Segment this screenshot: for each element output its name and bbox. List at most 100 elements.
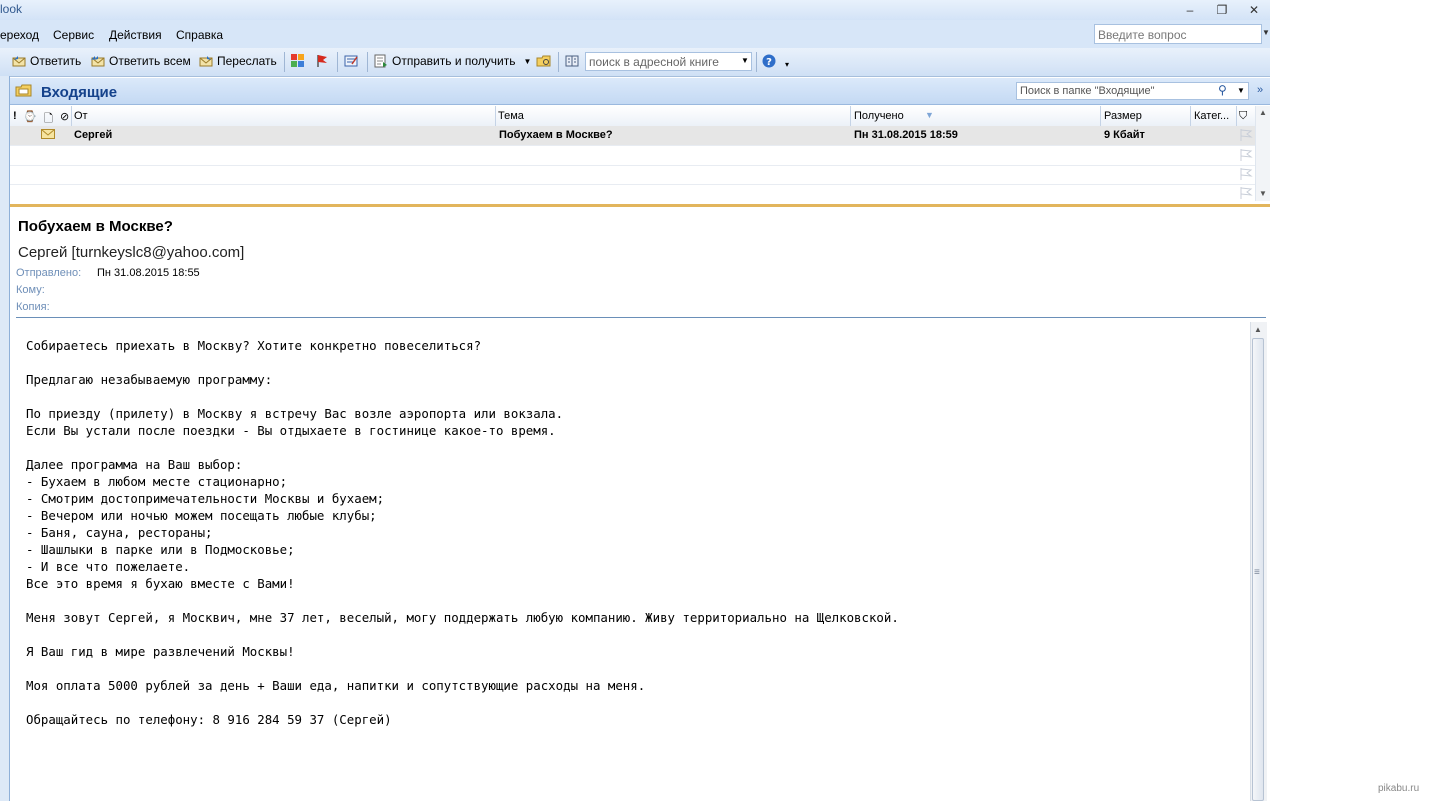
body-line: - Баня, сауна, рестораны; [26,525,213,540]
reading-pane-splitter[interactable] [10,204,1270,207]
toolbar-separator [367,52,368,72]
reply-all-icon [91,54,105,68]
body-blank-line [26,388,899,405]
expand-chevron-icon[interactable]: » [1257,84,1263,96]
menu-bar: ереход Сервис Действия Справка [0,20,1270,48]
sent-label: Отправлено: [16,267,82,279]
rules-icon [344,54,358,68]
window-title: look [0,2,23,16]
body-line: - И все что пожелаете. [26,559,191,574]
reply-button[interactable]: Ответить [12,54,81,68]
title-bar: look – ❐ ✕ [0,0,1270,20]
message-subject: Побухаем в Москве? [499,129,613,141]
address-book-search-input[interactable]: поиск в адресной книге [585,52,752,71]
flag-icon[interactable] [1239,148,1253,162]
watermark: pikabu.ru [1378,783,1420,794]
scroll-down-icon[interactable]: ▼ [1259,189,1267,198]
column-category[interactable]: Катег... [1194,110,1229,122]
follow-up-button[interactable] [315,54,333,68]
header-divider [16,317,1266,318]
address-search-dropdown-icon[interactable]: ▼ [741,56,749,65]
column-size[interactable]: Размер [1104,110,1142,122]
menu-go[interactable]: ереход [0,28,39,42]
body-line: Все это время я бухаю вместе с Вами! [26,576,295,591]
ask-question-input[interactable]: Введите вопрос [1094,24,1262,44]
body-line: - Смотрим достопримечательности Москвы и… [26,491,385,506]
body-line: - Бухаем в любом месте стационарно; [26,474,288,489]
body-line: Моя оплата 5000 рублей за день + Ваши ед… [26,678,646,693]
column-subject[interactable]: Тема [498,110,524,122]
help-icon: ? [762,54,776,68]
navigation-pane-strip[interactable] [0,76,10,801]
column-from[interactable]: От [74,110,88,122]
body-blank-line [26,694,899,711]
menu-tools[interactable]: Сервис [53,28,94,42]
body-line: Предлагаю незабываемую программу: [26,372,273,387]
flag-column-icon[interactable]: ⛉ [1239,110,1247,123]
message-row[interactable]: Сергей Побухаем в Москве? Пн 31.08.2015 … [10,126,1255,146]
message-size: 9 Кбайт [1104,129,1145,141]
body-line: Обращайтесь по телефону: 8 916 284 59 37… [26,712,392,727]
send-receive-icon [374,54,388,68]
folder-search-icon [536,54,551,68]
message-from: Сергей [74,129,113,141]
attachment-column-icon[interactable]: ⊘ [60,110,69,123]
send-receive-dropdown-icon[interactable]: ▼ [524,57,532,66]
help-button[interactable]: ? [762,54,780,68]
send-receive-button[interactable]: Отправить и получить ▼ [374,54,531,68]
address-book-icon [565,54,579,68]
body-blank-line [26,626,899,643]
body-blank-line [26,439,899,456]
body-line: Меня зовут Сергей, я Москвич, мне 37 лет… [26,610,899,625]
rules-button[interactable] [344,54,362,68]
body-blank-line [26,660,899,677]
reading-sender[interactable]: Сергей [turnkeyslc8@yahoo.com] [18,244,244,261]
folder-search-input[interactable]: Поиск в папке "Входящие" [1016,82,1249,100]
toolbar-separator [756,52,757,72]
reminder-column-icon[interactable]: ⌚ [23,110,37,123]
body-line: Далее программа на Ваш выбор: [26,457,243,472]
flag-icon[interactable] [1239,128,1253,142]
body-scrollbar-thumb[interactable]: ≡ [1252,338,1264,801]
close-icon[interactable]: ✕ [1244,2,1264,18]
search-options-dropdown-icon[interactable]: ▼ [1237,86,1245,95]
flag-icon[interactable] [1239,167,1253,181]
message-body: Собираетесь приехать в Москву? Хотите ко… [26,337,899,728]
categorize-button[interactable] [291,54,309,68]
inbox-folder-icon [15,82,33,101]
toolbar-options-icon[interactable]: ▾ [785,60,789,69]
menu-help[interactable]: Справка [176,28,223,42]
find-folder-button[interactable] [536,54,554,68]
body-line: - Шашлыки в парке или в Подмосковье; [26,542,295,557]
ask-dropdown-icon[interactable]: ▼ [1262,28,1270,37]
outlook-window: look – ❐ ✕ ереход Сервис Действия Справк… [0,0,1270,801]
envelope-icon [41,129,56,143]
folder-title: Входящие [41,84,118,101]
search-icon[interactable]: ⚲ [1218,83,1227,97]
scroll-up-icon[interactable]: ▲ [1254,325,1262,334]
body-line: - Вечером или ночью можем посещать любые… [26,508,377,523]
sent-value: Пн 31.08.2015 18:55 [97,267,200,279]
toolbar-separator [558,52,559,72]
minimize-icon[interactable]: – [1180,2,1200,18]
importance-column-icon[interactable]: ! [13,110,17,122]
message-row-empty [10,184,1255,201]
scroll-up-icon[interactable]: ▲ [1259,108,1267,117]
forward-button[interactable]: Переслать [199,54,277,68]
restore-icon[interactable]: ❐ [1212,2,1232,18]
reply-all-button[interactable]: Ответить всем [91,54,191,68]
reply-icon [12,54,26,68]
message-list-scrollbar[interactable]: ▲ ▼ [1255,106,1270,201]
column-received[interactable]: Получено [854,110,904,122]
body-line: По приезду (прилету) в Москву я встречу … [26,406,564,421]
flag-icon[interactable] [1239,186,1253,200]
address-book-button[interactable] [565,54,583,68]
sort-descending-icon: ▼ [925,110,934,120]
message-row-empty [10,165,1255,185]
toolbar-separator [337,52,338,72]
toolbar-separator [284,52,285,72]
body-line: Собираетесь приехать в Москву? Хотите ко… [26,338,482,353]
menu-actions[interactable]: Действия [109,28,162,42]
body-blank-line [26,592,899,609]
message-list-header: ! ⌚ 🗋 ⊘ От Тема Получено ▼ Размер Катег.… [10,106,1255,127]
